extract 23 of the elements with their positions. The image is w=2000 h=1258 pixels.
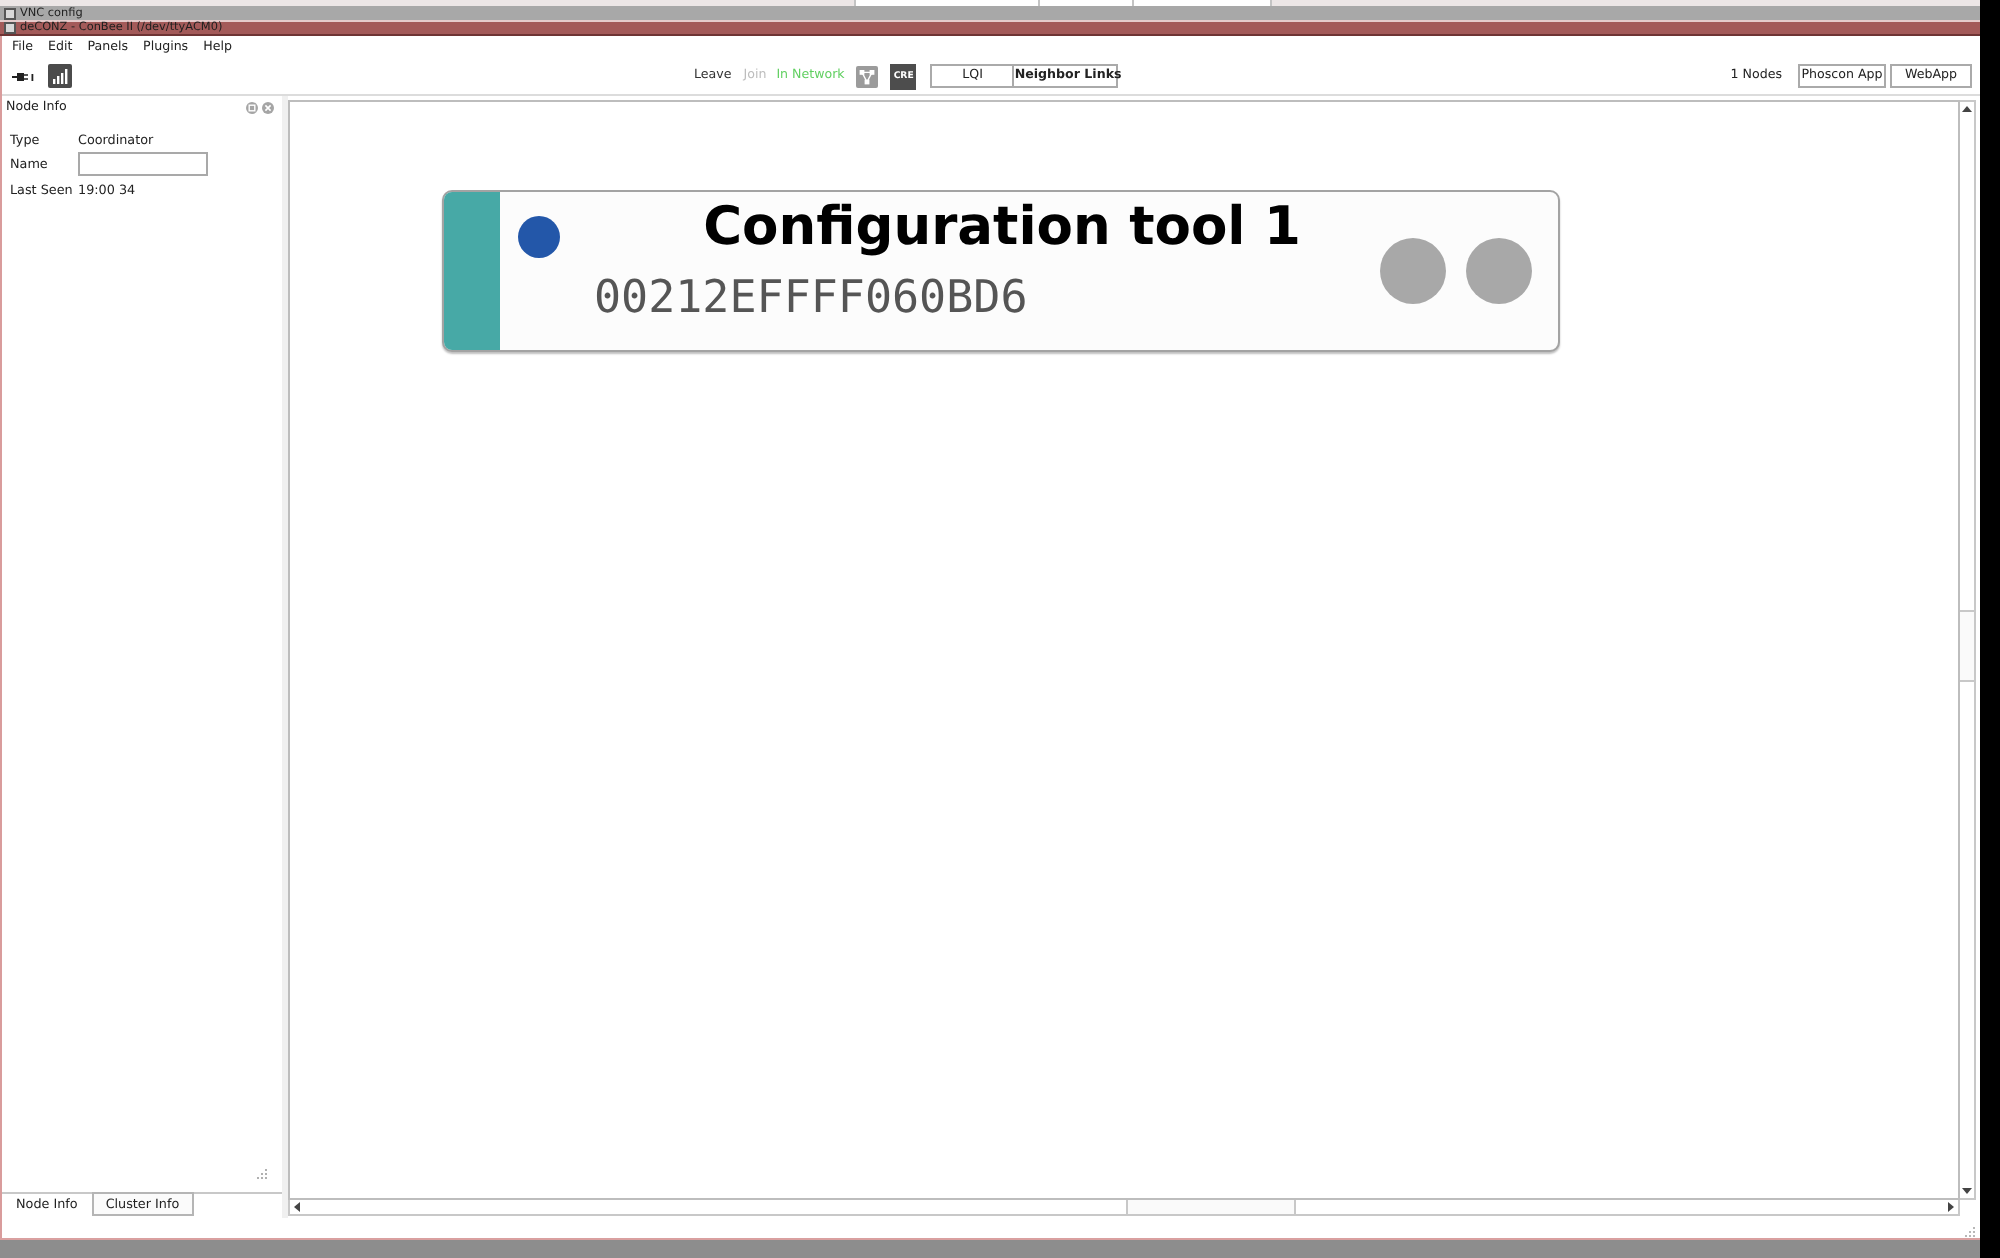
signal-bars-icon[interactable] (48, 64, 72, 88)
arrow-right-icon[interactable] (1948, 1202, 1954, 1212)
splitter-handle[interactable] (282, 96, 288, 1218)
node-address: 00212EFFFF060BD6 (594, 272, 1028, 324)
node-card[interactable]: Configuration tool 1 00212EFFFF060BD6 (442, 190, 1560, 352)
horizontal-scrollbar[interactable] (288, 1200, 1960, 1216)
node-name: Configuration tool 1 (701, 196, 1303, 260)
vertical-scrollbar[interactable] (1960, 100, 1976, 1200)
window-tab[interactable] (1038, 0, 1132, 6)
window-tab[interactable] (1132, 0, 1272, 6)
status-dot-icon (518, 216, 560, 258)
arrow-down-icon[interactable] (1962, 1188, 1972, 1194)
float-icon[interactable] (246, 102, 258, 114)
arrow-up-icon[interactable] (1962, 106, 1972, 112)
circle-icon (1380, 237, 1446, 303)
scrollbar-thumb[interactable] (1960, 610, 1974, 683)
scrollbar-thumb[interactable] (1126, 1200, 1297, 1214)
input-field[interactable] (78, 152, 208, 176)
arrow-left-icon[interactable] (294, 1202, 300, 1212)
plug-icon[interactable] (12, 71, 34, 81)
circle-icon (1466, 237, 1532, 303)
close-icon[interactable] (262, 102, 274, 114)
network-icon[interactable] (856, 65, 879, 87)
